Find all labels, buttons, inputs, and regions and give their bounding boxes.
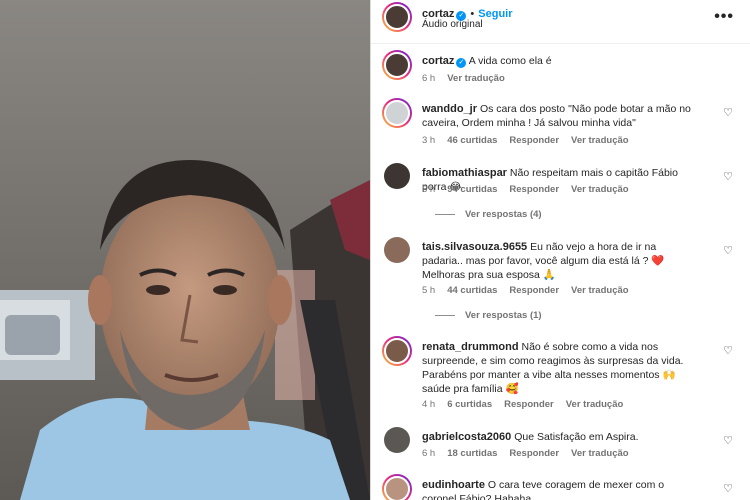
translate-link[interactable]: Ver tradução: [571, 285, 629, 296]
reply-button[interactable]: Responder: [509, 285, 559, 296]
translate-link[interactable]: Ver tradução: [571, 448, 629, 459]
caption-translate-link[interactable]: Ver tradução: [447, 73, 505, 84]
heart-outline-icon[interactable]: ♡: [723, 170, 733, 183]
verified-icon: ✓: [456, 58, 467, 68]
reel-video[interactable]: [0, 0, 370, 500]
comment-username[interactable]: renata_drummond: [422, 341, 519, 353]
heart-outline-icon[interactable]: ♡: [723, 434, 733, 447]
reply-button[interactable]: Responder: [509, 448, 559, 459]
comment-item: renata_drummond Não é sobre como a vida …: [381, 336, 741, 416]
comment-item: fabiomathiaspar Não respeitam mais o cap…: [381, 162, 741, 232]
audio-label[interactable]: Áudio original: [422, 19, 483, 30]
comment-time: 6 h: [422, 448, 436, 459]
comment-item: eudinhoarte O cara teve coragem de mexer…: [381, 474, 741, 500]
comment-time: 4 h: [422, 399, 436, 410]
translate-link[interactable]: Ver tradução: [571, 135, 629, 146]
comment-username[interactable]: gabrielcosta2060: [422, 431, 511, 443]
comment-likes[interactable]: 44 curtidas: [447, 285, 497, 296]
post-caption: cortaz ✓ A vida como ela é 6 h Ver traduçã…: [381, 50, 741, 90]
author-avatar[interactable]: [382, 2, 412, 32]
reply-button[interactable]: Responder: [504, 399, 554, 410]
comment-likes[interactable]: 6 curtidas: [447, 399, 492, 410]
more-options-icon[interactable]: •••: [714, 8, 734, 26]
comment-username[interactable]: fabiomathiaspar: [422, 167, 507, 179]
reply-button[interactable]: Responder: [509, 184, 559, 195]
comment-item: wanddo_jr Os cara dos posto "Não pode bo…: [381, 98, 741, 158]
reply-button[interactable]: Responder: [509, 135, 559, 146]
comment-avatar[interactable]: [384, 427, 410, 453]
caption-username[interactable]: cortaz: [422, 55, 454, 67]
caption-time: 6 h: [422, 73, 436, 84]
comments-panel: cortaz ✓ • Seguir Áudio original ••• cortaz…: [370, 0, 750, 500]
comment-time: 3 h: [422, 135, 436, 146]
replies-divider: [435, 314, 455, 316]
comment-time: 5 h: [422, 285, 436, 296]
translate-link[interactable]: Ver tradução: [571, 184, 629, 195]
view-replies-button[interactable]: Ver respostas (4): [435, 209, 542, 220]
caption-text: A vida como ela é: [468, 55, 552, 67]
comment-item: tais.silvasouza.9655 Eu não vejo a hora …: [381, 236, 741, 326]
post-header: cortaz ✓ • Seguir Áudio original •••: [371, 0, 750, 44]
comment-time: 5 h: [422, 184, 436, 195]
comment-username[interactable]: wanddo_jr: [422, 103, 477, 115]
instagram-reel-view: cortaz ✓ • Seguir Áudio original ••• cortaz…: [0, 0, 750, 500]
translate-link[interactable]: Ver tradução: [566, 399, 624, 410]
view-replies-label: Ver respostas (1): [465, 310, 542, 321]
comment-text: Que Satisfação em Aspira.: [514, 431, 639, 443]
heart-outline-icon[interactable]: ♡: [723, 344, 733, 357]
replies-divider: [435, 213, 455, 215]
caption-avatar[interactable]: [382, 50, 412, 80]
comment-item: gabrielcosta2060 Que Satisfação em Aspir…: [381, 426, 741, 466]
comment-username[interactable]: tais.silvasouza.9655: [422, 241, 527, 253]
comment-avatar[interactable]: [382, 474, 412, 500]
comment-username[interactable]: eudinhoarte: [422, 479, 485, 491]
video-frame-image: [0, 0, 370, 500]
comment-avatar[interactable]: [384, 163, 410, 189]
heart-outline-icon[interactable]: ♡: [723, 482, 733, 495]
comment-avatar[interactable]: [384, 237, 410, 263]
comment-likes[interactable]: 94 curtidas: [447, 184, 497, 195]
view-replies-button[interactable]: Ver respostas (1): [435, 310, 542, 321]
follow-button[interactable]: Seguir: [478, 8, 512, 20]
comment-avatar[interactable]: [382, 98, 412, 128]
comment-likes[interactable]: 18 curtidas: [447, 448, 497, 459]
comment-likes[interactable]: 46 curtidas: [447, 135, 497, 146]
comment-avatar[interactable]: [382, 336, 412, 366]
heart-outline-icon[interactable]: ♡: [723, 244, 733, 257]
heart-outline-icon[interactable]: ♡: [723, 106, 733, 119]
view-replies-label: Ver respostas (4): [465, 209, 542, 220]
